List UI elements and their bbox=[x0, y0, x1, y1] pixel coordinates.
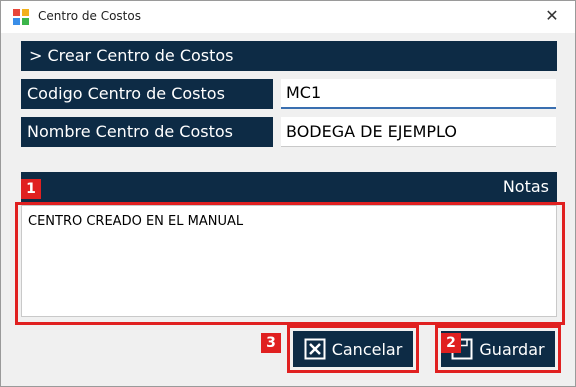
badge-3: 3 bbox=[261, 333, 281, 353]
notes-header: Notas bbox=[21, 172, 557, 202]
close-button[interactable]: ✕ bbox=[543, 7, 561, 25]
cancel-label: Cancelar bbox=[331, 339, 403, 359]
nombre-label: Nombre Centro de Costos bbox=[21, 117, 273, 147]
badge-2: 2 bbox=[441, 333, 461, 353]
app-logo-icon bbox=[13, 9, 29, 25]
notes-textarea[interactable]: CENTRO CREADO EN EL MANUAL bbox=[21, 205, 557, 317]
title-bar[interactable]: Centro de Costos ✕ bbox=[1, 1, 575, 33]
form-header: > Crear Centro de Costos bbox=[21, 41, 557, 71]
save-label: Guardar bbox=[479, 339, 545, 359]
dialog-window: Centro de Costos ✕ > Crear Centro de Cos… bbox=[0, 0, 576, 387]
nombre-input[interactable] bbox=[281, 117, 556, 147]
badge-1: 1 bbox=[21, 179, 41, 199]
form-body: > Crear Centro de Costos Codigo Centro d… bbox=[1, 33, 575, 386]
codigo-input[interactable] bbox=[281, 79, 556, 109]
window-title: Centro de Costos bbox=[38, 9, 141, 23]
close-icon[interactable]: ✕ bbox=[545, 6, 558, 25]
cancel-x-icon bbox=[304, 338, 326, 360]
cancel-button[interactable]: Cancelar bbox=[293, 331, 413, 367]
codigo-label: Codigo Centro de Costos bbox=[21, 79, 273, 109]
